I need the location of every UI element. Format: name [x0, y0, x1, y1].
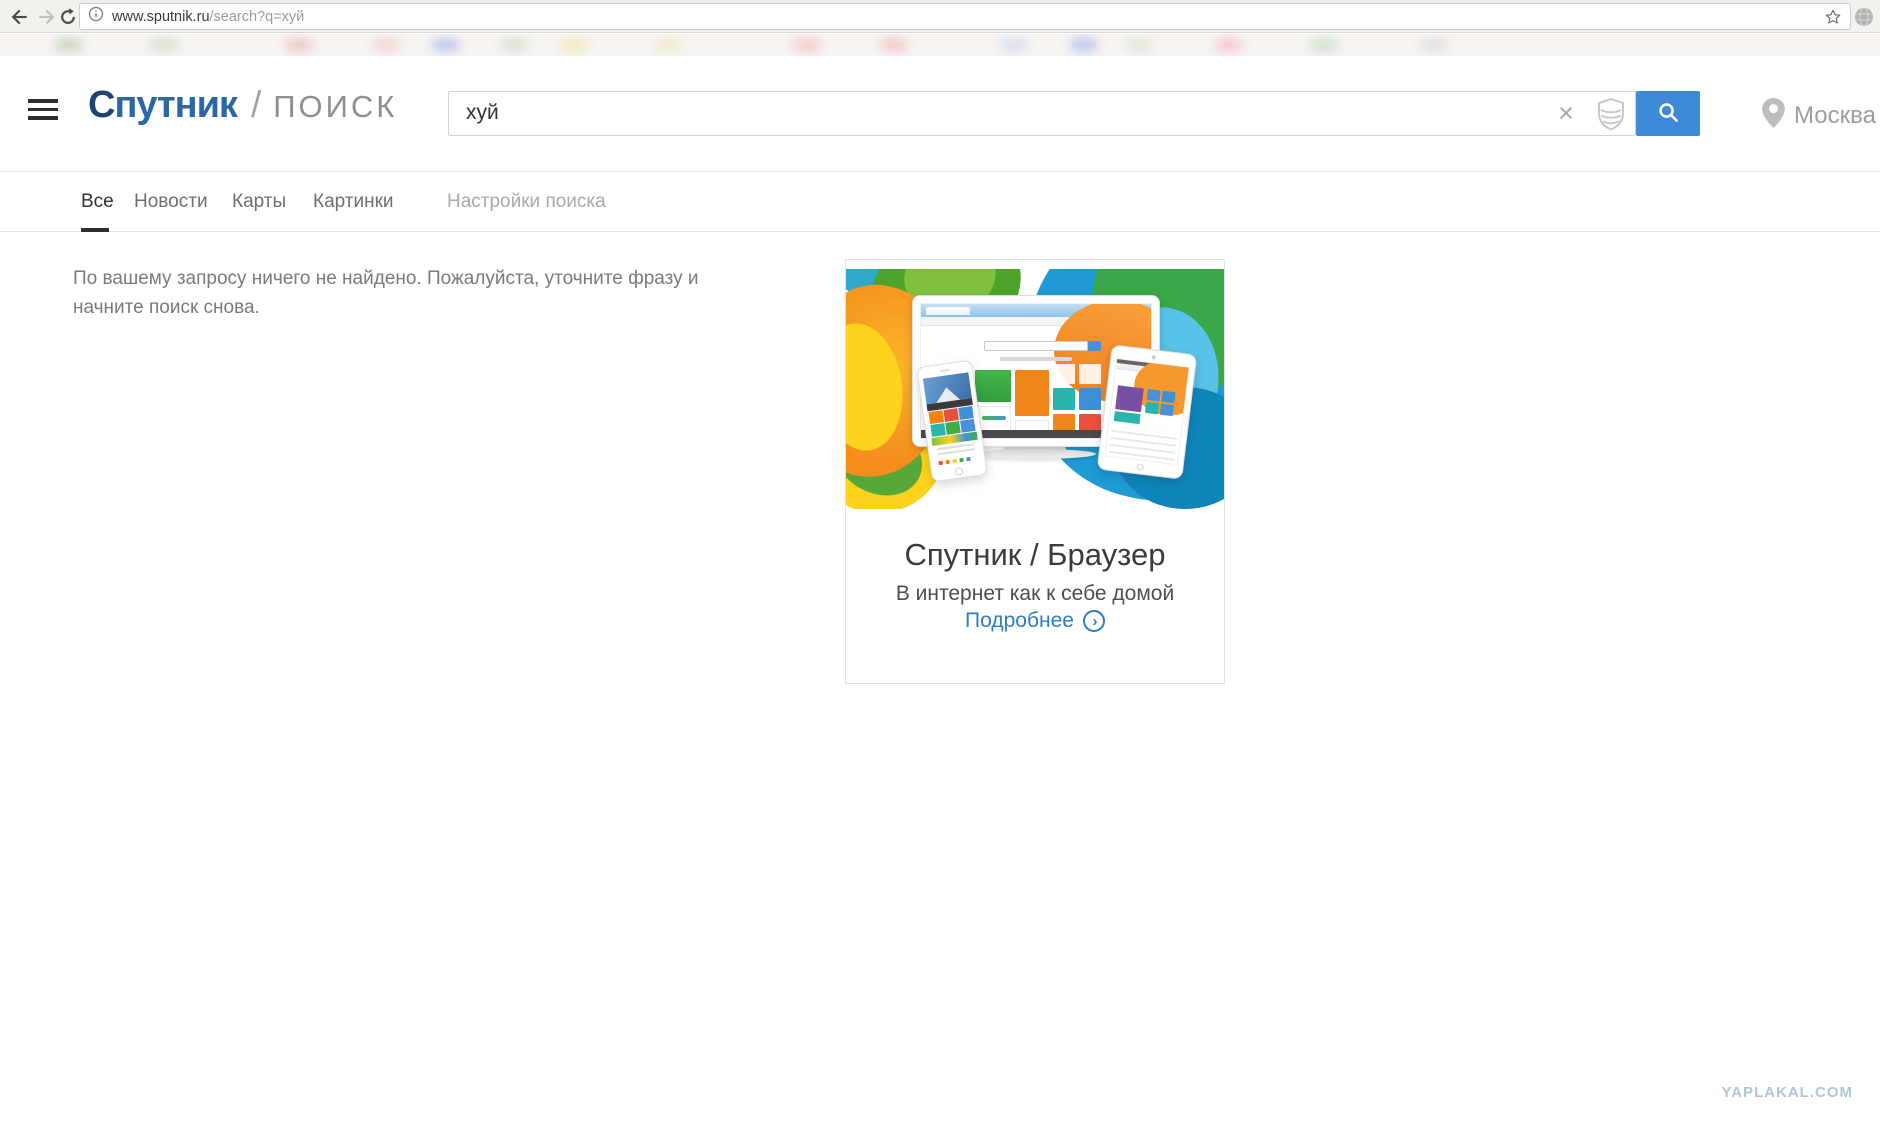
tab-news[interactable]: Новости: [134, 172, 208, 232]
bookmarks-bar: [0, 34, 1880, 56]
bookmark-blob: [1215, 38, 1243, 52]
browser-promo-card: Спутник / Браузер В интернет как к себе …: [845, 259, 1225, 684]
bookmark-blob: [560, 38, 588, 52]
promo-subtitle: В интернет как к себе домой: [895, 582, 1175, 605]
tab-search-settings[interactable]: Настройки поиска: [447, 172, 606, 232]
url-text: www.sputnik.ru/search?q=хуй: [112, 9, 304, 25]
forward-icon[interactable]: [36, 6, 58, 28]
bookmark-blob: [1070, 38, 1098, 52]
bookmark-blob: [432, 38, 460, 52]
reload-icon[interactable]: [57, 6, 79, 28]
tab-all[interactable]: Все: [81, 172, 114, 232]
promo-link-label: Подробнее: [965, 609, 1074, 632]
bookmark-blob: [150, 38, 178, 52]
bookmark-blob: [1310, 38, 1338, 52]
search-button[interactable]: [1636, 91, 1700, 136]
tab-maps[interactable]: Карты: [232, 172, 286, 232]
bookmark-blob: [1125, 38, 1153, 52]
bookmark-blob: [880, 38, 908, 52]
bookmark-blob: [793, 38, 821, 52]
logo-divider: /: [250, 84, 262, 125]
bookmark-blob: [1420, 38, 1448, 52]
promo-title: Спутник / Браузер: [904, 537, 1166, 572]
page-info-icon[interactable]: [88, 6, 104, 27]
family-filter-shield-icon[interactable]: [1594, 96, 1628, 132]
browser-toolbar: www.sputnik.ru/search?q=хуй: [0, 0, 1880, 33]
tablet-illustration: [1096, 344, 1198, 480]
chevron-right-circle-icon: ›: [1082, 610, 1105, 632]
bookmark-blob: [372, 38, 400, 52]
search-tabs: Все Новости Карты Картинки Настройки пои…: [0, 171, 1880, 232]
bookmark-star-icon[interactable]: [1824, 8, 1842, 26]
bookmark-blob: [655, 38, 683, 52]
bookmark-blob: [285, 38, 313, 52]
bookmark-blob: [55, 38, 83, 52]
location-selector[interactable]: Москва: [1762, 98, 1876, 133]
location-label: Москва: [1794, 101, 1876, 129]
tab-images[interactable]: Картинки: [313, 172, 394, 232]
search-input[interactable]: [448, 91, 1636, 136]
bookmark-blob: [1000, 38, 1028, 52]
bookmark-blob: [500, 38, 528, 52]
browser-window: www.sputnik.ru/search?q=хуй Спутник / ПО…: [0, 0, 1880, 1121]
location-pin-icon: [1762, 98, 1785, 133]
monitor-base: [974, 449, 1096, 459]
watermark: YAPLAKAL.COM: [1721, 1084, 1853, 1101]
search-icon: [1657, 101, 1680, 127]
logo-brand: Спутник: [88, 84, 238, 126]
clear-search-icon[interactable]: ×: [1550, 91, 1582, 136]
profile-globe-icon[interactable]: [1854, 7, 1874, 27]
back-icon[interactable]: [8, 6, 30, 28]
address-bar[interactable]: www.sputnik.ru/search?q=хуй: [79, 3, 1851, 30]
url-host: www.sputnik.ru: [112, 8, 210, 25]
url-path: /search?q=хуй: [209, 8, 305, 25]
logo-product: ПОИСК: [273, 89, 398, 124]
sputnik-logo[interactable]: Спутник / ПОИСК: [88, 84, 397, 127]
promo-devices-image: [846, 269, 1224, 509]
promo-details-link[interactable]: Подробнее ›: [846, 609, 1224, 633]
empty-results-message: По вашему запросу ничего не найдено. Пож…: [73, 268, 699, 318]
menu-icon[interactable]: [28, 99, 58, 120]
